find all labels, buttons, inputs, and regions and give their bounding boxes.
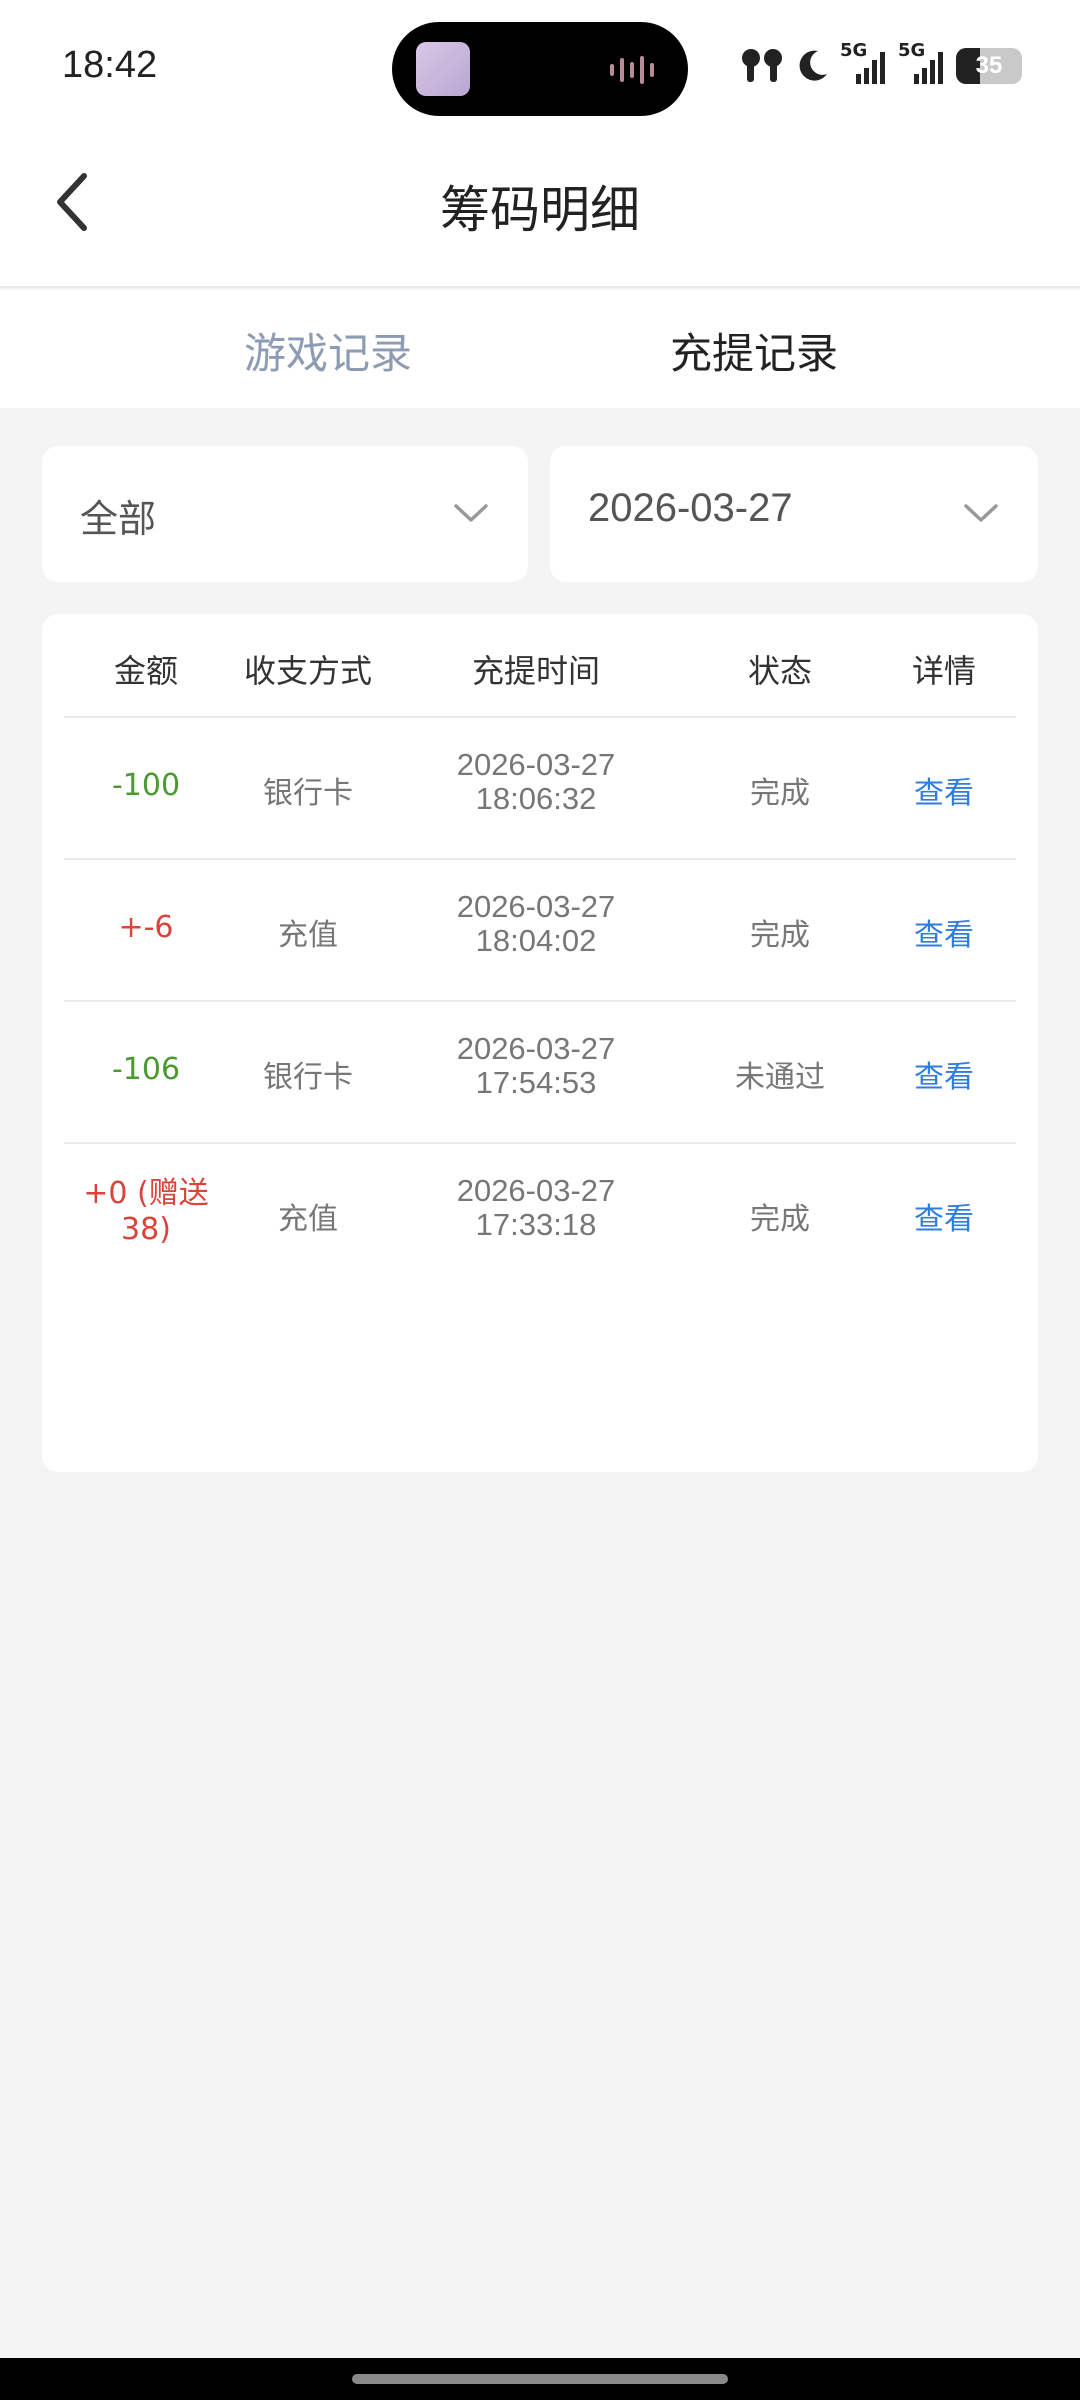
clock: 18:42 — [62, 44, 158, 86]
battery-icon: 35 — [956, 48, 1022, 84]
date-filter-dropdown[interactable]: 2026-03-27 — [550, 446, 1038, 582]
signal-bars-icon — [914, 52, 943, 84]
date-filter-value: 2026-03-27 — [588, 486, 793, 530]
tab-game-records[interactable]: 游戏记录 — [244, 320, 412, 381]
table-row: +0 (赠送38) 充值 2026-03-27 17:33:18 完成 查看 — [64, 1144, 1016, 1286]
amount-cell: +0 (赠送38) — [83, 1176, 209, 1247]
time-cell: 2026-03-27 17:54:53 — [456, 1031, 616, 1100]
method-cell: 充值 — [278, 918, 338, 953]
navigation-bar — [0, 2358, 1080, 2400]
column-header-method: 收支方式 — [243, 652, 373, 690]
amount-cell: +-6 — [118, 910, 174, 945]
home-indicator[interactable] — [352, 2374, 728, 2384]
page-title: 筹码明细 — [440, 181, 640, 239]
tab-charge-records[interactable]: 充提记录 — [670, 320, 838, 381]
media-thumbnail — [416, 42, 470, 96]
time-cell: 2026-03-27 18:04:02 — [456, 889, 616, 958]
time-cell: 2026-03-27 18:06:32 — [456, 747, 616, 816]
status-cell: 完成 — [750, 776, 810, 811]
table-header: 金额 收支方式 充提时间 状态 详情 — [64, 614, 1016, 718]
type-filter-value: 全部 — [80, 497, 157, 541]
method-cell: 银行卡 — [263, 776, 353, 811]
column-header-amount: 金额 — [113, 652, 179, 690]
column-header-time: 充提时间 — [471, 652, 601, 690]
method-cell: 银行卡 — [263, 1060, 353, 1095]
view-detail-link[interactable]: 查看 — [914, 1052, 974, 1096]
chevron-down-icon — [454, 504, 488, 522]
dynamic-island[interactable] — [392, 22, 688, 116]
signal-2: 5G — [898, 40, 946, 86]
amount-cell: -100 — [111, 768, 181, 803]
status-icons: 5G 5G 35 — [740, 40, 1022, 88]
method-cell: 充值 — [278, 1202, 338, 1237]
view-detail-link[interactable]: 查看 — [914, 768, 974, 812]
signal-bars-icon — [856, 52, 885, 84]
type-filter-dropdown[interactable]: 全部 — [42, 446, 528, 582]
status-cell: 未通过 — [735, 1060, 825, 1095]
moon-icon — [799, 50, 827, 81]
signal-1: 5G — [840, 40, 888, 86]
column-header-status: 状态 — [747, 652, 813, 690]
table-row: -100 银行卡 2026-03-27 18:06:32 完成 查看 — [64, 718, 1016, 860]
earbuds-icon — [742, 49, 782, 82]
column-header-detail: 详情 — [911, 652, 977, 690]
view-detail-link[interactable]: 查看 — [914, 910, 974, 954]
audio-wave-icon — [610, 56, 654, 84]
records-table: 金额 收支方式 充提时间 状态 详情 -100 银行卡 2026-03-27 18… — [42, 614, 1038, 1472]
tab-bar: 游戏记录 充提记录 — [0, 290, 1080, 408]
amount-cell: -106 — [111, 1052, 181, 1087]
view-detail-link[interactable]: 查看 — [914, 1194, 974, 1238]
chevron-down-icon — [964, 504, 998, 522]
table-row: -106 银行卡 2026-03-27 17:54:53 未通过 查看 — [64, 1002, 1016, 1144]
status-cell: 完成 — [750, 1202, 810, 1237]
status-cell: 完成 — [750, 918, 810, 953]
status-bar: 18:42 5G 5G 35 — [0, 0, 1080, 132]
nav-bar: 筹码明细 — [0, 132, 1080, 288]
table-row: +-6 充值 2026-03-27 18:04:02 完成 查看 — [64, 860, 1016, 1002]
time-cell: 2026-03-27 17:33:18 — [456, 1173, 616, 1242]
